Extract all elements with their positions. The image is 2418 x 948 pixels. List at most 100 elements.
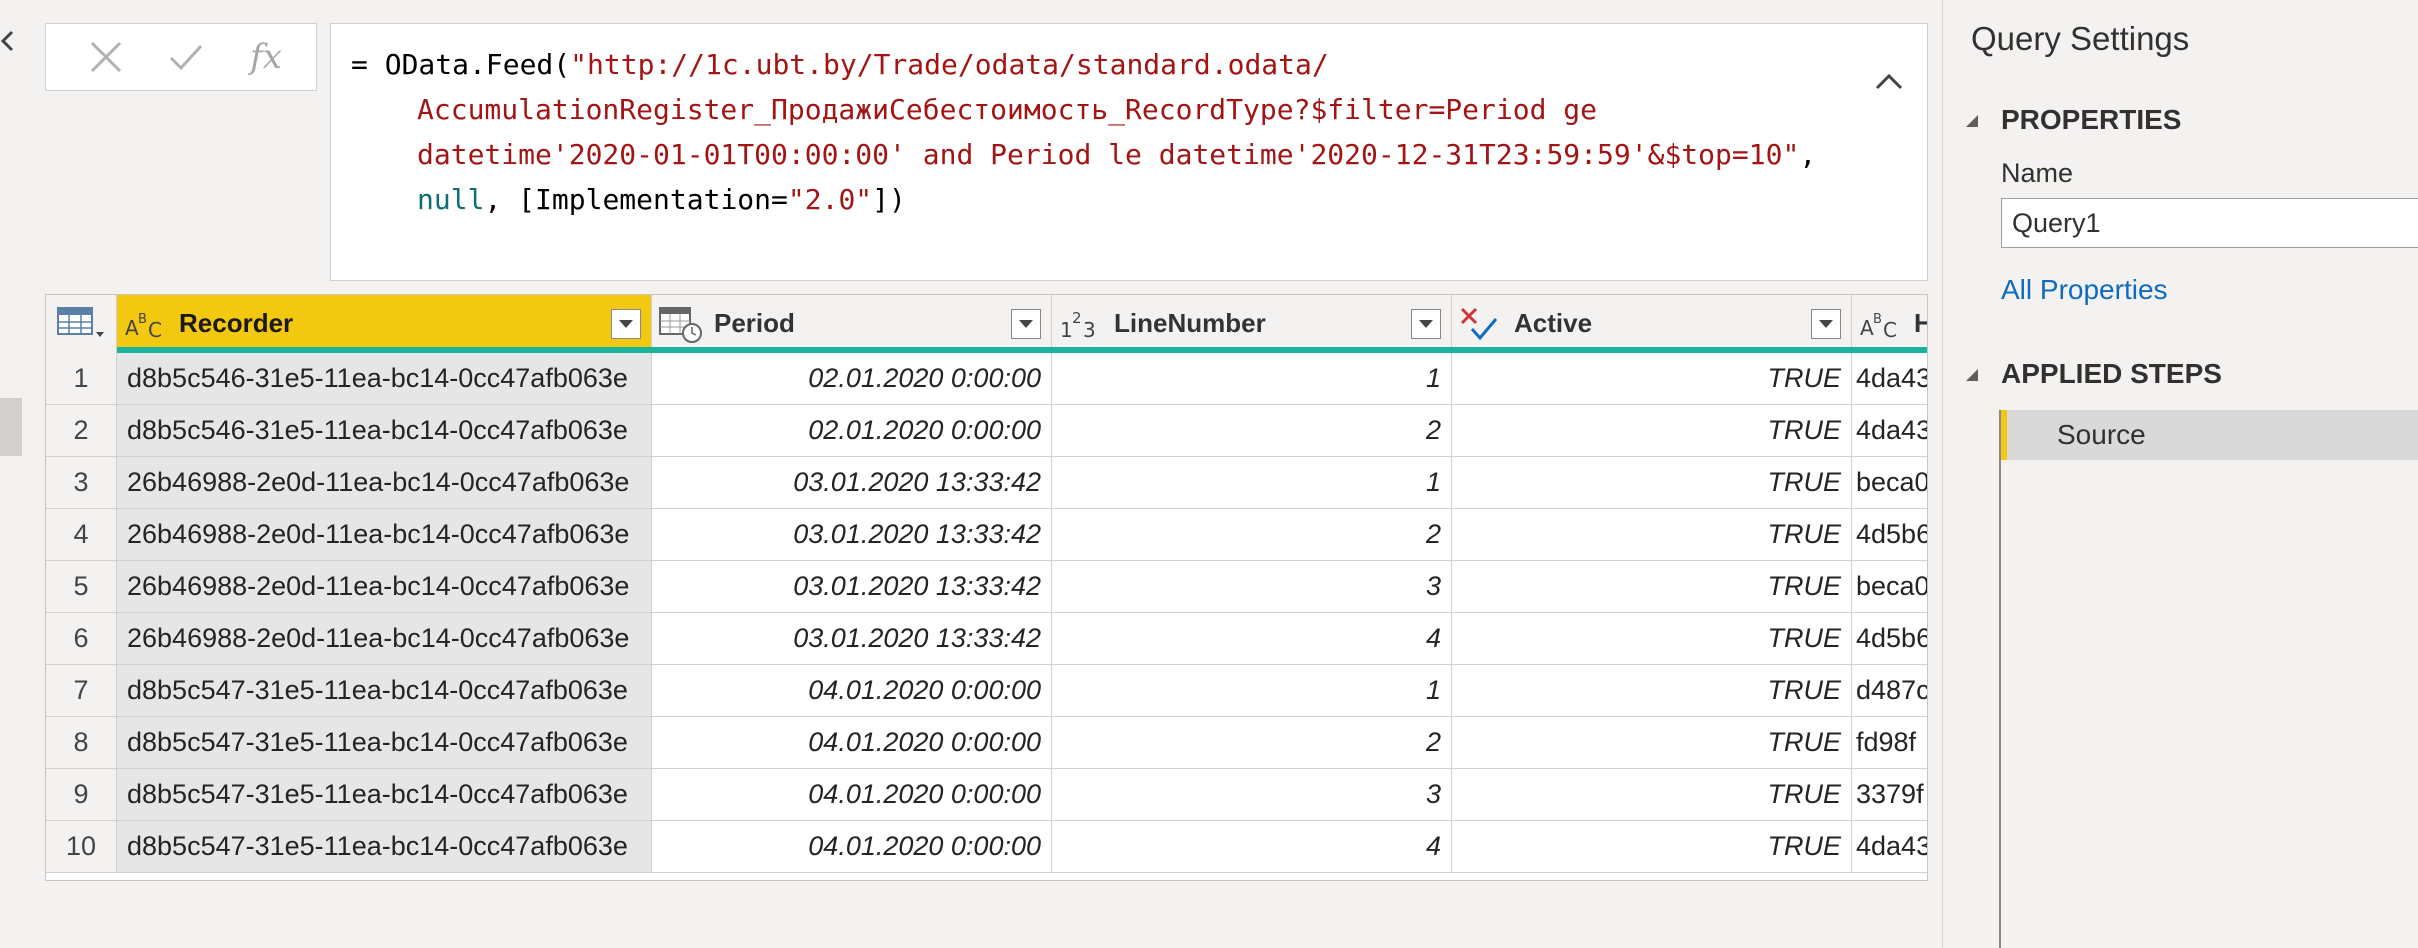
cell-h[interactable]: 4da43 bbox=[1852, 821, 1927, 873]
row-number[interactable]: 7 bbox=[46, 665, 117, 717]
cell-period[interactable]: 02.01.2020 0:00:00 bbox=[652, 353, 1052, 405]
cell-period[interactable]: 04.01.2020 0:00:00 bbox=[652, 821, 1052, 873]
abc-type-icon: A B C bbox=[125, 312, 162, 342]
cell-recorder[interactable]: d8b5c547-31e5-11ea-bc14-0cc47afb063e bbox=[117, 769, 652, 821]
table-icon bbox=[57, 307, 104, 337]
cell-recorder[interactable]: d8b5c546-31e5-11ea-bc14-0cc47afb063e bbox=[117, 405, 652, 457]
cell-active[interactable]: TRUE bbox=[1452, 717, 1852, 769]
cell-h[interactable]: 4da43 bbox=[1852, 405, 1927, 457]
row-number[interactable]: 6 bbox=[46, 613, 117, 665]
row-number[interactable]: 5 bbox=[46, 561, 117, 613]
collapse-triangle-icon[interactable] bbox=[1965, 114, 1979, 128]
cell-h[interactable]: d487c bbox=[1852, 665, 1927, 717]
cell-active[interactable]: TRUE bbox=[1452, 561, 1852, 613]
cell-recorder[interactable]: 26b46988-2e0d-11ea-bc14-0cc47afb063e bbox=[117, 561, 652, 613]
table-row[interactable]: 3 26b46988-2e0d-11ea-bc14-0cc47afb063e 03.… bbox=[46, 457, 1927, 509]
cell-recorder[interactable]: d8b5c547-31e5-11ea-bc14-0cc47afb063e bbox=[117, 717, 652, 769]
cell-linenumber[interactable]: 3 bbox=[1052, 769, 1452, 821]
insert-function-button[interactable]: fx bbox=[226, 24, 306, 90]
cell-active[interactable]: TRUE bbox=[1452, 509, 1852, 561]
table-row[interactable]: 6 26b46988-2e0d-11ea-bc14-0cc47afb063e 03.… bbox=[46, 613, 1927, 665]
row-number[interactable]: 10 bbox=[46, 821, 117, 873]
cell-linenumber[interactable]: 1 bbox=[1052, 353, 1452, 405]
row-number[interactable]: 9 bbox=[46, 769, 117, 821]
cell-active[interactable]: TRUE bbox=[1452, 613, 1852, 665]
cell-h[interactable]: 4d5b6 bbox=[1852, 509, 1927, 561]
cell-period[interactable]: 03.01.2020 13:33:42 bbox=[652, 457, 1052, 509]
cell-recorder[interactable]: d8b5c547-31e5-11ea-bc14-0cc47afb063e bbox=[117, 665, 652, 717]
column-header-period[interactable]: Period bbox=[652, 295, 1052, 353]
collapse-triangle-icon[interactable] bbox=[1965, 368, 1979, 382]
cell-h[interactable]: fd98f bbox=[1852, 717, 1927, 769]
query-name-input[interactable] bbox=[2001, 198, 2418, 248]
column-filter-button[interactable] bbox=[1011, 309, 1041, 339]
cell-period[interactable]: 02.01.2020 0:00:00 bbox=[652, 405, 1052, 457]
cell-linenumber[interactable]: 1 bbox=[1052, 665, 1452, 717]
cell-h[interactable]: beca0 bbox=[1852, 561, 1927, 613]
cell-active[interactable]: TRUE bbox=[1452, 769, 1852, 821]
row-number[interactable]: 8 bbox=[46, 717, 117, 769]
cell-active[interactable]: TRUE bbox=[1452, 821, 1852, 873]
row-number[interactable]: 2 bbox=[46, 405, 117, 457]
table-row[interactable]: 4 26b46988-2e0d-11ea-bc14-0cc47afb063e 03.… bbox=[46, 509, 1927, 561]
cell-h[interactable]: 4d5b6 bbox=[1852, 613, 1927, 665]
column-filter-button[interactable] bbox=[611, 309, 641, 339]
table-row[interactable]: 9 d8b5c547-31e5-11ea-bc14-0cc47afb063e 04.… bbox=[46, 769, 1927, 821]
applied-steps-section-title: APPLIED STEPS bbox=[2001, 358, 2222, 389]
cell-h[interactable]: beca0 bbox=[1852, 457, 1927, 509]
cell-active[interactable]: TRUE bbox=[1452, 405, 1852, 457]
chevron-left-icon[interactable] bbox=[0, 26, 16, 56]
cell-recorder[interactable]: d8b5c547-31e5-11ea-bc14-0cc47afb063e bbox=[117, 821, 652, 873]
chevron-down-icon bbox=[1419, 320, 1433, 328]
cell-active[interactable]: TRUE bbox=[1452, 353, 1852, 405]
cell-active[interactable]: TRUE bbox=[1452, 457, 1852, 509]
all-properties-link[interactable]: All Properties bbox=[2001, 274, 2168, 306]
cell-h[interactable]: 4da43 bbox=[1852, 353, 1927, 405]
cell-linenumber[interactable]: 3 bbox=[1052, 561, 1452, 613]
cell-linenumber[interactable]: 2 bbox=[1052, 509, 1452, 561]
calendar-clock-icon bbox=[659, 307, 702, 343]
table-row[interactable]: 1 d8b5c546-31e5-11ea-bc14-0cc47afb063e 02.… bbox=[46, 353, 1927, 405]
cell-period[interactable]: 04.01.2020 0:00:00 bbox=[652, 769, 1052, 821]
row-number[interactable]: 4 bbox=[46, 509, 117, 561]
cell-recorder[interactable]: 26b46988-2e0d-11ea-bc14-0cc47afb063e bbox=[117, 509, 652, 561]
column-header-active[interactable]: Active bbox=[1452, 295, 1852, 353]
cell-period[interactable]: 04.01.2020 0:00:00 bbox=[652, 665, 1052, 717]
cell-linenumber[interactable]: 2 bbox=[1052, 717, 1452, 769]
cell-linenumber[interactable]: 1 bbox=[1052, 457, 1452, 509]
table-menu-button[interactable] bbox=[46, 295, 117, 353]
chevron-up-icon[interactable] bbox=[1871, 64, 1907, 100]
cell-period[interactable]: 03.01.2020 13:33:42 bbox=[652, 509, 1052, 561]
column-header-h[interactable]: A B C H bbox=[1852, 295, 1927, 353]
table-row[interactable]: 5 26b46988-2e0d-11ea-bc14-0cc47afb063e 03.… bbox=[46, 561, 1927, 613]
cell-recorder[interactable]: 26b46988-2e0d-11ea-bc14-0cc47afb063e bbox=[117, 613, 652, 665]
cell-period[interactable]: 04.01.2020 0:00:00 bbox=[652, 717, 1052, 769]
cancel-button[interactable] bbox=[66, 24, 146, 90]
cell-linenumber[interactable]: 4 bbox=[1052, 613, 1452, 665]
commit-button[interactable] bbox=[146, 24, 226, 90]
table-row[interactable]: 8 d8b5c547-31e5-11ea-bc14-0cc47afb063e 04.… bbox=[46, 717, 1927, 769]
applied-step-source[interactable]: Source bbox=[2001, 410, 2418, 460]
table-row[interactable]: 7 d8b5c547-31e5-11ea-bc14-0cc47afb063e 04.… bbox=[46, 665, 1927, 717]
table-row[interactable]: 2 d8b5c546-31e5-11ea-bc14-0cc47afb063e 02.… bbox=[46, 405, 1927, 457]
selected-step-marker bbox=[2001, 410, 2007, 460]
cell-linenumber[interactable]: 2 bbox=[1052, 405, 1452, 457]
cell-linenumber[interactable]: 4 bbox=[1052, 821, 1452, 873]
table-row[interactable]: 10 d8b5c547-31e5-11ea-bc14-0cc47afb063e 04… bbox=[46, 821, 1927, 873]
row-number[interactable]: 3 bbox=[46, 457, 117, 509]
cell-recorder[interactable]: d8b5c546-31e5-11ea-bc14-0cc47afb063e bbox=[117, 353, 652, 405]
row-number[interactable]: 1 bbox=[46, 353, 117, 405]
column-filter-button[interactable] bbox=[1411, 309, 1441, 339]
chevron-down-icon bbox=[1019, 320, 1033, 328]
formula-text[interactable]: = OData.Feed("http://1c.ubt.by/Trade/oda… bbox=[351, 42, 1816, 222]
cell-period[interactable]: 03.01.2020 13:33:42 bbox=[652, 561, 1052, 613]
queries-pane-tab[interactable] bbox=[0, 398, 22, 456]
cell-h[interactable]: 3379f bbox=[1852, 769, 1927, 821]
cell-recorder[interactable]: 26b46988-2e0d-11ea-bc14-0cc47afb063e bbox=[117, 457, 652, 509]
cell-active[interactable]: TRUE bbox=[1452, 665, 1852, 717]
column-header-linenumber[interactable]: 1 2 3 LineNumber bbox=[1052, 295, 1452, 353]
formula-editor[interactable]: = OData.Feed("http://1c.ubt.by/Trade/oda… bbox=[330, 23, 1928, 281]
cell-period[interactable]: 03.01.2020 13:33:42 bbox=[652, 613, 1052, 665]
column-filter-button[interactable] bbox=[1811, 309, 1841, 339]
column-header-recorder[interactable]: A B C Recorder bbox=[117, 295, 652, 353]
